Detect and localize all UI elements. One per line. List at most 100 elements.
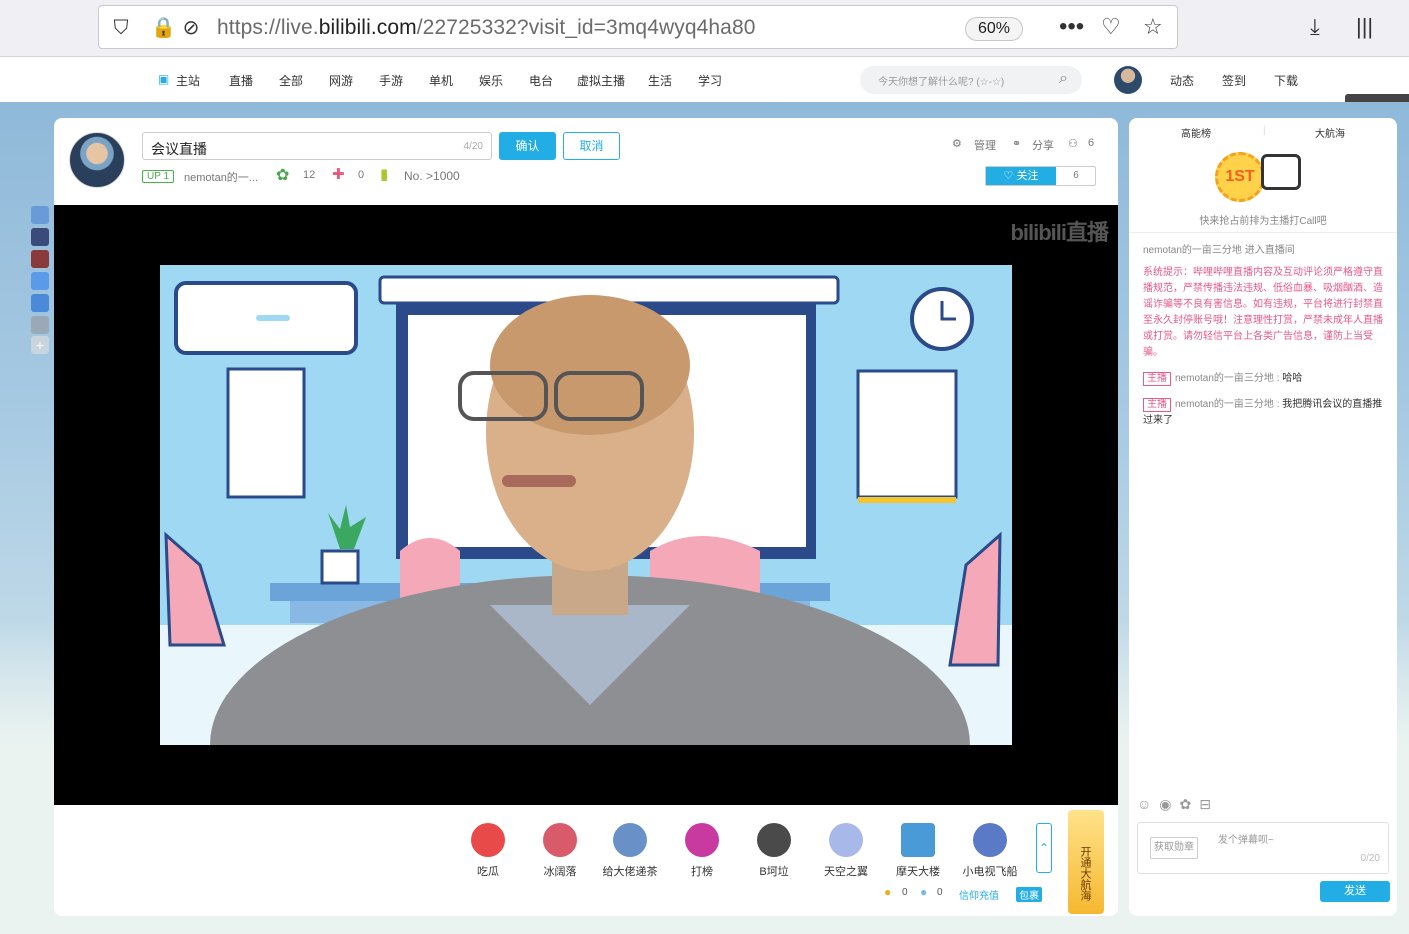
nav-item-entertainment[interactable]: 娱乐 [479,72,503,89]
silver-seed-icon: ● [920,885,928,899]
gift-eat-melon[interactable]: 吃瓜 [458,823,518,879]
guard-banner[interactable]: 开通大航海 [1068,810,1104,914]
heart-icon: ♡ [1003,170,1017,182]
more-icon[interactable]: ••• [1059,14,1084,40]
address-bar[interactable]: ⛉ 🔒 ⊘ https://live.bilibili.com/22725332… [98,5,1178,49]
expand-gifts-button[interactable]: ⌃ [1036,823,1052,873]
library-icon[interactable]: ||| [1356,14,1373,40]
nav-dynamic[interactable]: 动态 [1170,72,1194,89]
bilibili-live-watermark: bilibili直播 [1010,220,1109,245]
cola-icon [543,823,577,857]
download-icon[interactable]: ⤓ [1310,14,1320,40]
gold-seed-icon: ● [884,885,892,899]
nav-item-single-player[interactable]: 单机 [429,72,453,89]
follow-button[interactable]: ♡ 关注 [986,167,1056,185]
user-avatar[interactable] [1114,66,1142,94]
wings-icon [829,823,863,857]
cancel-button[interactable]: 取消 [563,132,620,160]
nav-item-live[interactable]: 直播 [229,72,253,89]
nav-item-mobile-games[interactable]: 手游 [379,72,403,89]
manage-gear-icon[interactable]: ⚙ [952,137,962,150]
side-badge[interactable] [31,294,49,312]
search-placeholder: 今天你想了解什么呢? (☆-☆) [878,77,1005,88]
chat-message: 主播 nemotan的一亩三分地 : 哈哈 [1143,371,1385,387]
palette-icon[interactable]: ◉ [1159,796,1179,812]
danmaku-settings-icon[interactable]: ⊟ [1199,796,1219,812]
chat-tools: ☺◉✿⊟ [1137,796,1219,813]
system-notice: 系统提示：哔哩哔哩直播内容及互动评论须严格遵守直播规范，严禁传播违法违规、低俗血… [1143,267,1383,358]
confirm-button[interactable]: 确认 [499,132,556,160]
search-input[interactable]: 今天你想了解什么呢? (☆-☆) ⌕ [860,66,1082,94]
anchor-avatar[interactable] [69,132,125,188]
gift-b-kela[interactable]: B坷垃 [744,823,804,879]
octopus-icon: ✿ [276,167,290,184]
gift-tv-ship[interactable]: 小电视飞船 [960,823,1020,879]
nav-download[interactable]: 下载 [1274,72,1298,89]
rank-caption: 快来抢占前排为主播打Call吧 [1199,216,1327,227]
recharge-link[interactable]: 信仰充值 [959,887,999,902]
tab-guard[interactable]: 大航海 [1315,125,1345,140]
side-badge[interactable] [31,272,49,290]
search-icon[interactable]: ⌕ [1059,70,1068,88]
stat-count-a: 12 [303,169,316,181]
shield-icon[interactable]: ⛉ [109,16,133,40]
tracking-icon[interactable]: ⊘ [179,16,203,40]
manage-label[interactable]: 管理 [974,137,996,153]
divider [1129,232,1397,233]
send-button[interactable]: 发送 [1320,881,1390,902]
nav-item-online-games[interactable]: 网游 [329,72,353,89]
side-badge[interactable] [31,250,49,268]
room-title-input[interactable]: 会议直播 4/20 [142,132,492,160]
title-char-count: 4/20 [463,141,483,152]
chat-username[interactable]: nemotan的一亩三分地 [1175,399,1274,410]
gift-tea[interactable]: 给大佬递茶 [600,823,660,879]
stat-count-b: 0 [358,169,365,181]
add-icon[interactable]: + [31,336,49,354]
follow-control[interactable]: ♡ 关注 6 [985,166,1096,186]
video-player[interactable]: bilibili直播 [54,205,1118,805]
danmaku-input[interactable]: 获取勋章 发个弹幕呗~ 0/20 [1137,822,1389,874]
anchor-name[interactable]: nemotan的一... [184,169,258,185]
bookmark-star-icon[interactable]: ☆ [1143,14,1163,40]
zoom-level[interactable]: 60% [965,17,1023,41]
side-badge[interactable] [31,228,49,246]
gift-ranking[interactable]: 打榜 [672,823,732,879]
share-icon[interactable]: ⚭ [1012,137,1021,150]
chat-message: 主播 nemotan的一亩三分地 : 我把腾讯会议的直播推过来了 [1143,398,1383,426]
chat-username[interactable]: nemotan的一亩三分地 [1175,373,1274,384]
nav-item-all[interactable]: 全部 [279,72,303,89]
tab-divider: | [1263,125,1266,136]
url-text[interactable]: https://live.bilibili.com/22725332?visit… [217,15,756,41]
enter-message: nemotan的一亩三分地 进入直播间 [1143,245,1295,256]
pocket-icon[interactable]: ♡ [1101,14,1121,40]
gift-skyscraper[interactable]: 摩天大楼 [888,823,948,879]
site-nav: ▣ 主站 直播 全部 网游 手游 单机 娱乐 电台 虚拟主播 生活 学习 今天你… [0,58,1409,102]
side-badge[interactable] [31,316,49,334]
nav-checkin[interactable]: 签到 [1222,72,1246,89]
nav-item-main[interactable]: 主站 [176,72,200,89]
bag-button[interactable]: 包裹 [1016,887,1042,902]
share-label[interactable]: 分享 [1032,137,1054,153]
rank-text[interactable]: No. >1000 [404,169,460,183]
gift-icon: ✚ [332,166,345,183]
side-badge[interactable] [31,206,49,224]
nav-item-study[interactable]: 学习 [698,72,722,89]
nav-item-life[interactable]: 生活 [648,72,672,89]
nav-item-radio[interactable]: 电台 [529,72,553,89]
gear-icon[interactable]: ✿ [1180,796,1200,812]
chat-text: 哈哈 [1282,373,1303,384]
tab-high-energy[interactable]: 高能榜 [1181,125,1211,140]
nav-icon-tv: ▣ [158,72,170,86]
gift-sky-wings[interactable]: 天空之翼 [816,823,876,879]
get-medal-button[interactable]: 获取勋章 [1150,837,1198,859]
danmaku-placeholder: 发个弹幕呗~ [1218,835,1274,846]
gift-ice-cola[interactable]: 冰阔落 [530,823,590,879]
rank-bar-icon: ▮ [380,166,389,183]
meeting-room-illustration [160,265,1012,745]
lock-icon[interactable]: 🔒 [151,16,176,40]
tv-mascot-icon [1261,154,1301,190]
browser-toolbar: ⛉ 🔒 ⊘ https://live.bilibili.com/22725332… [0,0,1409,57]
first-rank-badge: 1ST [1209,146,1309,212]
emoji-icon[interactable]: ☺ [1137,796,1159,812]
nav-item-vtuber[interactable]: 虚拟主播 [577,72,625,89]
